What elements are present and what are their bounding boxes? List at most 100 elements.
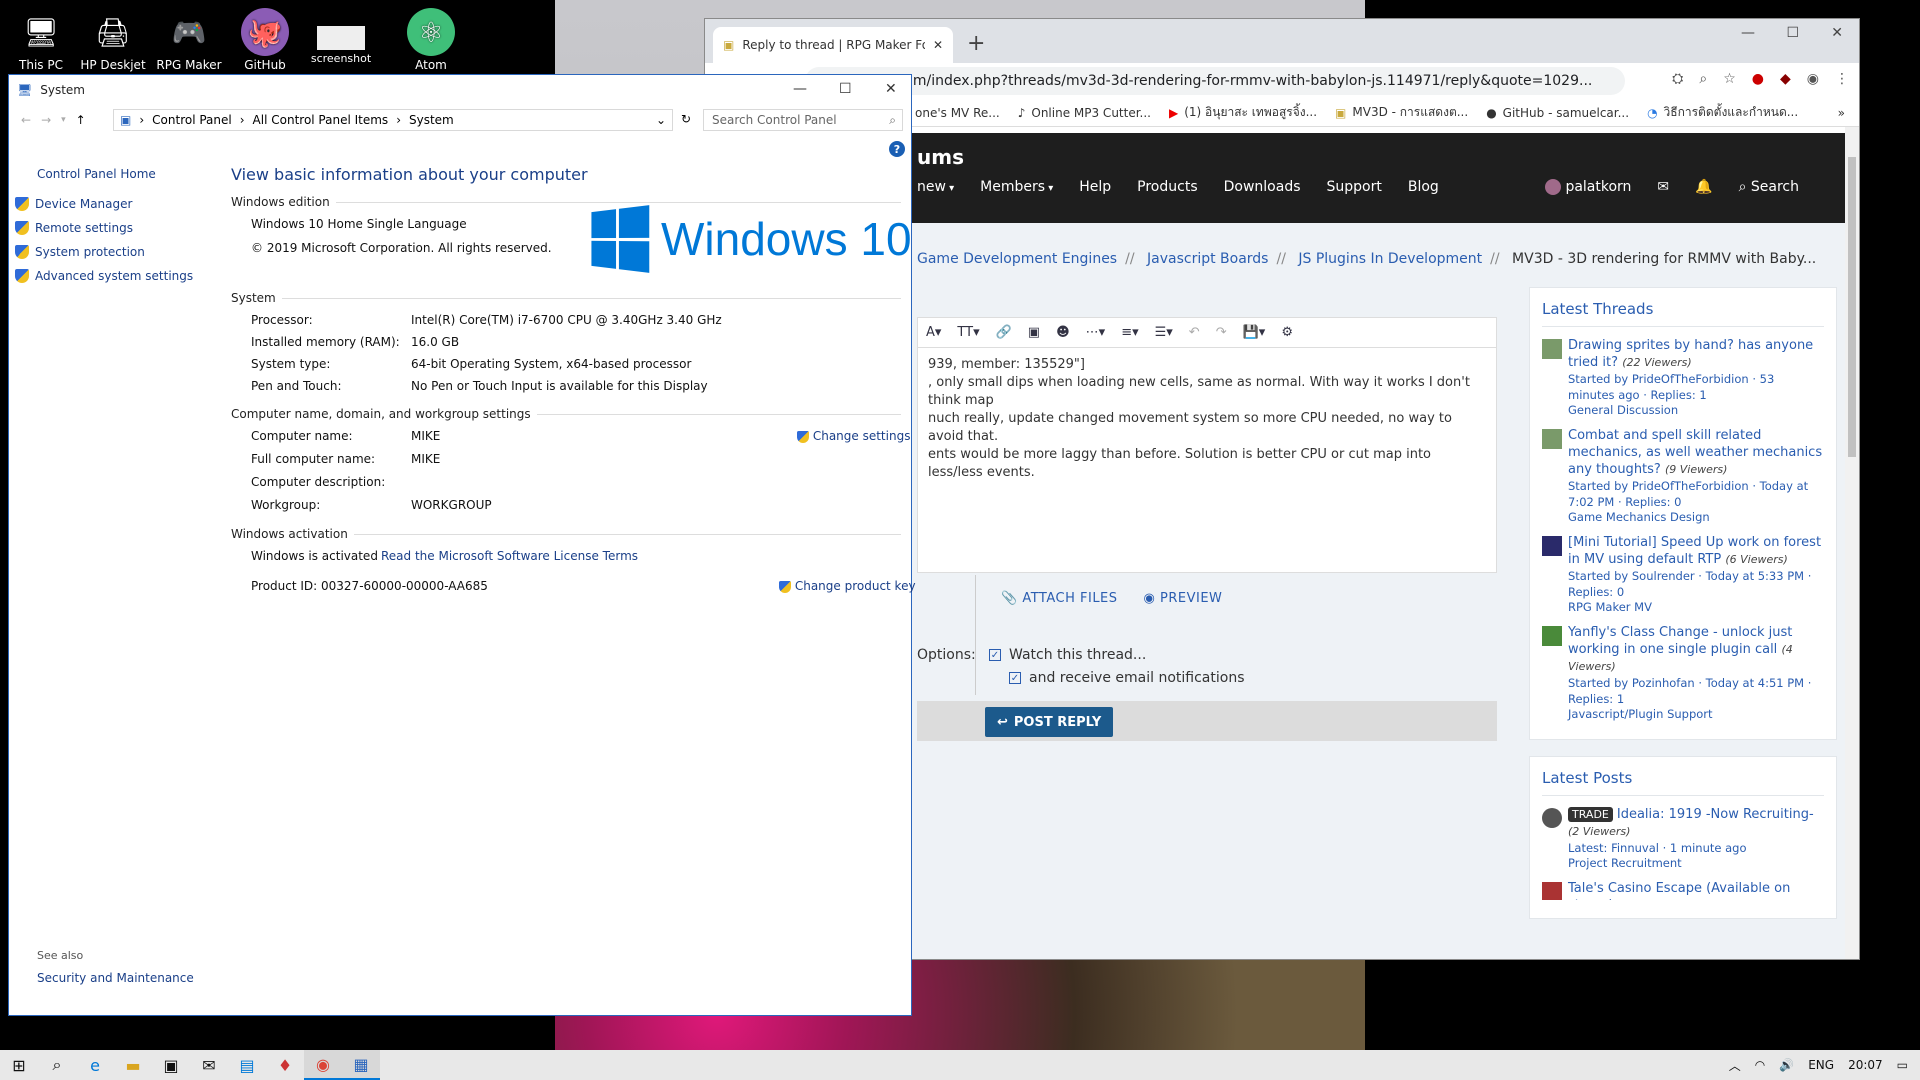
search-control-panel-input[interactable]: Search Control Panel ⌕ xyxy=(703,109,903,131)
bookmark-item[interactable]: ▣ MV3D - การแสดงต... xyxy=(1335,103,1468,122)
nav-products[interactable]: Products xyxy=(1137,179,1197,195)
link-icon[interactable]: 🔗 xyxy=(996,325,1012,340)
nav-whats-new[interactable]: new xyxy=(917,179,954,195)
editor-content[interactable]: 939, member: 135529"] , only small dips … xyxy=(918,348,1496,490)
avatar[interactable] xyxy=(1542,339,1562,359)
control-panel-icon[interactable]: ▦ xyxy=(342,1050,380,1080)
watch-thread-option[interactable]: ✓ Watch this thread... xyxy=(989,647,1146,663)
change-product-key-link[interactable]: Change product key xyxy=(779,579,916,593)
refresh-icon[interactable]: ↻ xyxy=(681,112,691,126)
desktop-icon-rpg-maker[interactable]: 🎮 RPG Maker xyxy=(152,8,226,73)
bookmark-item[interactable]: one's MV Re... xyxy=(915,106,1000,120)
nav-downloads[interactable]: Downloads xyxy=(1224,179,1301,195)
address-bar[interactable]: makerweb.com/index.php?threads/mv3d-3d-r… xyxy=(805,67,1625,95)
app-icon[interactable]: ▤ xyxy=(228,1050,266,1080)
scrollbar-thumb[interactable] xyxy=(1848,157,1856,457)
start-windows-icon[interactable]: ⊞ xyxy=(0,1050,38,1080)
bell-icon[interactable]: 🔔 xyxy=(1695,179,1712,195)
search-link[interactable]: ⌕ Search xyxy=(1739,179,1799,195)
help-icon[interactable]: ? xyxy=(889,141,905,157)
zoom-icon[interactable]: ⌕ xyxy=(1699,71,1707,87)
avatar[interactable] xyxy=(1542,536,1562,556)
edge-icon[interactable]: e xyxy=(76,1050,114,1080)
address-breadcrumb[interactable]: ▣ › Control Panel › All Control Panel It… xyxy=(113,109,673,131)
file-explorer-icon[interactable]: ▬ xyxy=(114,1050,152,1080)
clock[interactable]: 20:07 xyxy=(1848,1058,1883,1072)
profile-avatar-icon[interactable]: ◉ xyxy=(1807,71,1819,87)
undo-icon[interactable]: ↶ xyxy=(1189,325,1200,340)
chrome-maximize-icon[interactable]: ☐ xyxy=(1786,25,1799,41)
mail-icon[interactable]: ✉ xyxy=(190,1050,228,1080)
tray-chevron-icon[interactable]: ︿ xyxy=(1729,1057,1741,1074)
system-close-icon[interactable]: ✕ xyxy=(885,81,897,97)
emoji-icon[interactable]: ☻ xyxy=(1056,325,1070,340)
page-scrollbar[interactable] xyxy=(1845,127,1859,959)
change-settings-link[interactable]: Change settings xyxy=(797,429,910,443)
breadcrumb-link[interactable]: Game Development Engines xyxy=(917,251,1117,267)
up-arrow-icon[interactable]: ↑ xyxy=(76,113,86,127)
bookmarks-more-icon[interactable]: » xyxy=(1838,106,1845,120)
thread-link[interactable]: [Mini Tutorial] Speed Up work on forest … xyxy=(1568,534,1824,568)
thread-link[interactable]: Yanfly's Class Change - unlock just work… xyxy=(1568,624,1824,675)
thread-link[interactable]: TRADE Idealia: 1919 -Now Recruiting- (2 V… xyxy=(1568,806,1824,840)
redo-icon[interactable]: ↷ xyxy=(1216,325,1227,340)
forum-link[interactable]: Game Mechanics Design xyxy=(1568,510,1824,524)
chrome-minimize-icon[interactable]: — xyxy=(1741,25,1755,41)
chrome-icon[interactable]: ◉ xyxy=(304,1050,342,1080)
bookmark-item[interactable]: ● GitHub - samuelcar... xyxy=(1486,106,1629,120)
font-size-icon[interactable]: TT▾ xyxy=(957,325,979,340)
nav-blog[interactable]: Blog xyxy=(1408,179,1439,195)
watch-thread-checkbox[interactable]: ✓ xyxy=(989,649,1001,661)
breadcrumb-all-items[interactable]: All Control Panel Items xyxy=(253,113,389,127)
forum-link[interactable]: Project Recruitment xyxy=(1568,856,1824,870)
image-icon[interactable]: ▣ xyxy=(1028,325,1040,340)
extension-icon[interactable]: ● xyxy=(1752,71,1764,87)
system-minimize-icon[interactable]: — xyxy=(793,81,807,97)
list-icon[interactable]: ☰▾ xyxy=(1155,325,1173,340)
device-manager-link[interactable]: Device Manager xyxy=(15,197,132,211)
bookmark-item[interactable]: ◔ วิธีการติดตั้งและกำหนด... xyxy=(1647,103,1798,122)
inbox-icon[interactable]: ✉ xyxy=(1657,179,1669,195)
tab-close-icon[interactable]: ✕ xyxy=(933,38,943,52)
notifications-icon[interactable]: ▭ xyxy=(1897,1058,1908,1072)
reply-editor[interactable]: A▾ TT▾ 🔗 ▣ ☻ ⋯▾ ≡▾ ☰▾ ↶ ↷ 💾▾ ⚙ 939, memb… xyxy=(917,317,1497,573)
volume-icon[interactable]: 🔊 xyxy=(1779,1058,1794,1072)
nav-members[interactable]: Members xyxy=(980,179,1053,195)
nav-help[interactable]: Help xyxy=(1079,179,1111,195)
attach-files-button[interactable]: 📎 ATTACH FILES xyxy=(1001,591,1118,606)
back-arrow-icon[interactable]: ← xyxy=(21,113,31,127)
forum-link[interactable]: Javascript/Plugin Support xyxy=(1568,707,1824,721)
chrome-tab-reply[interactable]: ▣ Reply to thread | RPG Maker For ✕ xyxy=(713,27,953,63)
nav-support[interactable]: Support xyxy=(1327,179,1382,195)
email-notifications-checkbox[interactable]: ✓ xyxy=(1009,672,1021,684)
thread-link[interactable]: Drawing sprites by hand? has anyone trie… xyxy=(1568,337,1824,371)
preview-button[interactable]: ◉ PREVIEW xyxy=(1144,591,1223,606)
more-options-icon[interactable]: ⋯▾ xyxy=(1086,325,1106,340)
advanced-system-settings-link[interactable]: Advanced system settings xyxy=(15,269,193,283)
security-maintenance-link[interactable]: Security and Maintenance xyxy=(37,971,194,985)
forum-link[interactable]: RPG Maker MV xyxy=(1568,600,1824,614)
breadcrumb-link[interactable]: Javascript Boards xyxy=(1147,251,1268,267)
chrome-close-icon[interactable]: ✕ xyxy=(1831,25,1843,41)
desktop-icon-github[interactable]: 🐙 GitHub xyxy=(228,8,302,72)
desktop-icon-screenshot[interactable]: screenshot xyxy=(304,26,378,62)
post-reply-button[interactable]: ↩ POST REPLY xyxy=(985,707,1114,737)
breadcrumb-link[interactable]: JS Plugins In Development xyxy=(1298,251,1482,267)
system-maximize-icon[interactable]: ☐ xyxy=(839,81,852,97)
license-terms-link[interactable]: Read the Microsoft Software License Term… xyxy=(381,549,638,563)
thread-link[interactable]: Tale's Casino Escape (Available on steam… xyxy=(1568,880,1824,900)
bookmark-star-icon[interactable]: ☆ xyxy=(1723,71,1736,87)
forum-link[interactable]: General Discussion xyxy=(1568,403,1824,417)
breadcrumb-control-panel[interactable]: Control Panel xyxy=(152,113,232,127)
ublock-icon[interactable]: ◆ xyxy=(1780,71,1791,87)
translate-icon[interactable]: ⛭ xyxy=(1672,71,1683,87)
network-icon[interactable]: ◠ xyxy=(1755,1058,1765,1072)
thread-link[interactable]: Combat and spell skill related mechanics… xyxy=(1568,427,1824,478)
user-menu[interactable]: palatkorn xyxy=(1545,179,1631,195)
font-color-icon[interactable]: A▾ xyxy=(926,325,941,340)
desktop-icon-this-pc[interactable]: 🖥 This PC xyxy=(4,8,78,73)
store-icon[interactable]: ▣ xyxy=(152,1050,190,1080)
breadcrumb-system[interactable]: System xyxy=(409,113,454,127)
desktop-icon-atom[interactable]: ⚛ Atom xyxy=(394,8,468,72)
avatar[interactable] xyxy=(1542,808,1562,828)
